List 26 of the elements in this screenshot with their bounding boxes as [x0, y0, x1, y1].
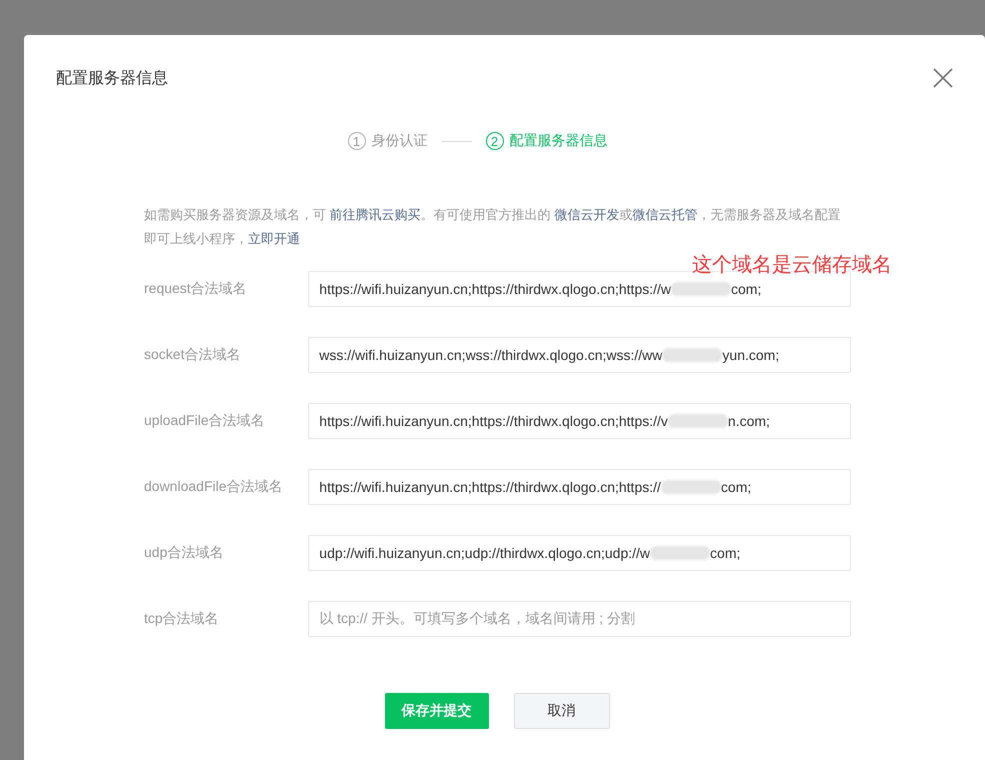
redaction-mark [671, 282, 732, 296]
field-label: uploadFile合法域名 [144, 412, 266, 430]
redaction-mark [668, 414, 728, 428]
notice-link[interactable]: 前往腾讯云购买 [330, 207, 421, 222]
input-field[interactable]: udp://wifi.huizanyun.cn;udp://thirdwx.qlogo.cn;udp://w com; [308, 535, 851, 571]
close-button[interactable] [933, 68, 953, 88]
field-label: udp合法域名 [144, 544, 224, 562]
notice-link[interactable]: 微信云托管 [632, 207, 698, 222]
notice-text: 如需购买服务器资源及域名，可 前往腾讯云购买。有可使用官方推出的 微信云开发或微信云托管，无需服务器及域名配置即可上线小程序，立即开通 [144, 206, 842, 248]
field-label: downloadFile合法域名 [144, 478, 284, 496]
dialog-title: 配置服务器信息 [56, 68, 168, 88]
input-field[interactable]: https://wifi.huizanyun.cn;https://thirdwx.qlogo.cn;https:// com; [308, 469, 851, 505]
close-icon [933, 68, 953, 88]
field-label: socket合法域名 [144, 346, 242, 364]
step: 2 配置服务器信息 [486, 132, 608, 150]
cancel-button[interactable]: 取消 [514, 693, 610, 729]
redaction-mark [660, 480, 721, 494]
field-label: tcp合法域名 [144, 610, 220, 628]
redaction-mark [650, 546, 710, 560]
redaction-mark [662, 348, 722, 362]
notice-link[interactable]: 立即开通 [248, 231, 300, 246]
input-field[interactable]: https://wifi.huizanyun.cn;https://thirdwx.qlogo.cn;https://v n.com; [308, 403, 851, 439]
input-field[interactable]: wss://wifi.huizanyun.cn;wss://thirdwx.qlogo.cn;wss://ww yun.com; [308, 337, 851, 373]
field-label: request合法域名 [144, 280, 248, 298]
step: 1 身份认证 [348, 132, 428, 150]
notice-link[interactable]: 微信云开发 [554, 207, 620, 222]
